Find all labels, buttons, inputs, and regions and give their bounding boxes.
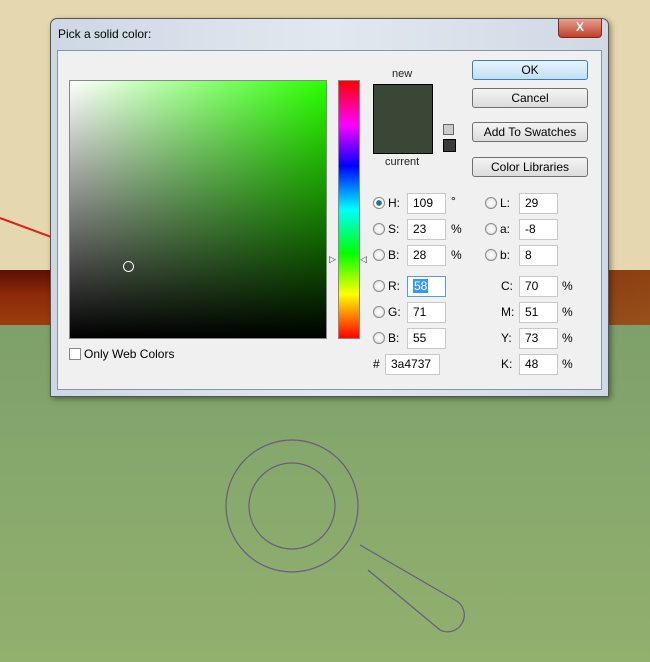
color-cursor[interactable] — [123, 261, 134, 272]
hue-input[interactable]: 109 — [407, 193, 446, 214]
saturation-label: S: — [388, 222, 400, 236]
green-input[interactable]: 71 — [407, 302, 446, 323]
b-label: b: — [500, 248, 511, 262]
hex-label: # — [373, 357, 380, 371]
hue-label: H: — [388, 196, 400, 210]
cancel-button[interactable]: Cancel — [472, 88, 588, 108]
only-web-colors-checkbox[interactable] — [69, 348, 81, 360]
cyan-input[interactable]: 70 — [519, 276, 558, 297]
a-input[interactable]: -8 — [519, 219, 558, 240]
b-input[interactable]: 8 — [519, 245, 558, 266]
blue-radio[interactable] — [373, 332, 385, 344]
b-radio[interactable] — [485, 249, 497, 261]
add-to-swatches-button[interactable]: Add To Swatches — [472, 122, 588, 142]
black-label: K: — [501, 357, 513, 371]
hue-slider-handle-right[interactable]: ◁ — [360, 254, 367, 265]
current-color-swatch[interactable] — [373, 119, 433, 154]
gamut-swatch[interactable] — [443, 139, 456, 152]
magenta-input[interactable]: 51 — [519, 302, 558, 323]
blue-input[interactable]: 55 — [407, 328, 446, 349]
brightness-input[interactable]: 28 — [407, 245, 446, 266]
magnifier-outline-icon — [225, 439, 465, 633]
new-label: new — [392, 68, 413, 80]
yellow-label: Y: — [501, 331, 512, 345]
color-field[interactable] — [69, 80, 327, 339]
black-input[interactable]: 48 — [519, 354, 558, 375]
black-unit: % — [562, 357, 573, 371]
color-libraries-button[interactable]: Color Libraries — [472, 157, 588, 177]
red-input[interactable]: 58 — [407, 276, 446, 297]
cyan-unit: % — [562, 279, 573, 293]
gamut-cube-icon[interactable] — [443, 124, 454, 135]
blue-label: B: — [388, 331, 400, 345]
ok-button[interactable]: OK — [472, 60, 588, 80]
red-label: R: — [388, 279, 400, 293]
brightness-unit: % — [451, 248, 462, 262]
brightness-label: B: — [388, 248, 400, 262]
close-button[interactable]: X — [558, 19, 602, 38]
dialog-body: ▷ ◁ new current OK Cancel Add To Swatche… — [57, 50, 602, 390]
only-web-colors-label: Only Web Colors — [84, 347, 175, 361]
lightness-label: L: — [500, 196, 511, 210]
yellow-unit: % — [562, 331, 573, 345]
lightness-radio[interactable] — [485, 197, 497, 209]
cyan-label: C: — [501, 279, 513, 293]
saturation-radio[interactable] — [373, 223, 385, 235]
a-label: a: — [500, 222, 511, 236]
lightness-input[interactable]: 29 — [519, 193, 558, 214]
color-picker-dialog: Pick a solid color: X ▷ ◁ new current OK… — [50, 18, 609, 397]
hue-slider[interactable] — [338, 80, 360, 339]
a-radio[interactable] — [485, 223, 497, 235]
hue-radio[interactable] — [373, 197, 385, 209]
current-label: current — [385, 156, 420, 168]
hex-input[interactable]: 3a4737 — [385, 354, 440, 375]
saturation-unit: % — [451, 222, 462, 236]
green-radio[interactable] — [373, 306, 385, 318]
red-value-selected: 58 — [413, 279, 429, 293]
hue-unit: ° — [451, 194, 456, 208]
red-radio[interactable] — [373, 280, 385, 292]
magenta-label: M: — [501, 305, 515, 319]
hue-slider-handle-left[interactable]: ▷ — [329, 254, 336, 265]
new-color-swatch — [373, 84, 433, 119]
brightness-radio[interactable] — [373, 249, 385, 261]
saturation-input[interactable]: 23 — [407, 219, 446, 240]
green-label: G: — [388, 305, 401, 319]
dialog-title: Pick a solid color: — [58, 27, 152, 41]
yellow-input[interactable]: 73 — [519, 328, 558, 349]
magenta-unit: % — [562, 305, 573, 319]
